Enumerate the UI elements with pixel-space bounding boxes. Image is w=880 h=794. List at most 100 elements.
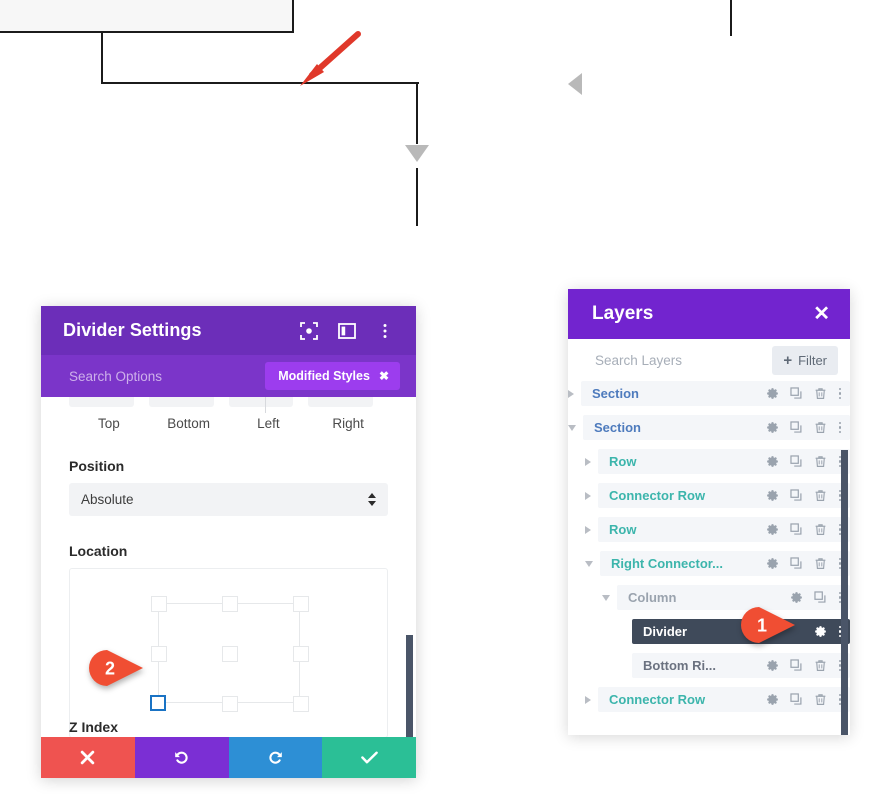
caret-down-icon[interactable]	[602, 594, 610, 601]
layers-list: Section Section Row Connector Row Row Right C…	[568, 381, 850, 735]
location-cell-center[interactable]	[221, 646, 238, 662]
location-cell-middle-right[interactable]	[292, 646, 309, 662]
layer-row-right-connector[interactable]: Right Connector...	[568, 551, 850, 576]
trash-icon[interactable]	[814, 693, 827, 706]
location-cell-middle-left[interactable]	[150, 646, 167, 662]
modal-scrollbar[interactable]	[406, 635, 413, 737]
duplicate-icon[interactable]	[790, 421, 803, 434]
gear-icon[interactable]	[814, 625, 827, 638]
modified-styles-badge[interactable]: Modified Styles ✖	[265, 362, 400, 390]
search-options-input[interactable]: Search Options	[69, 369, 265, 384]
layer-row-connector-row[interactable]: Connector Row	[568, 687, 850, 712]
panel-layout-icon[interactable]	[338, 322, 356, 340]
screenshot-root: Divider Settings Search Options Modified…	[0, 0, 880, 794]
layer-row-row[interactable]: Row	[568, 517, 850, 542]
label-right: Right	[332, 416, 364, 431]
modal-search-bar: Search Options Modified Styles ✖	[41, 355, 416, 397]
gear-icon[interactable]	[766, 557, 779, 570]
spacing-input-right[interactable]	[308, 397, 373, 407]
focus-target-icon[interactable]	[300, 321, 318, 340]
vertical-dots-icon[interactable]	[376, 322, 394, 340]
layer-row-content: Section	[583, 415, 850, 440]
spacing-input-top[interactable]	[69, 397, 134, 407]
caret-right-icon[interactable]	[585, 525, 591, 534]
caret-right-icon[interactable]	[568, 389, 574, 398]
layer-row-section[interactable]: Section	[568, 415, 850, 440]
location-cell-top-right[interactable]	[292, 596, 309, 612]
spacing-input-bottom[interactable]	[148, 397, 214, 407]
trash-icon[interactable]	[814, 523, 827, 536]
wireframe-box	[0, 0, 294, 33]
caret-right-icon[interactable]	[585, 695, 591, 704]
position-value: Absolute	[81, 492, 134, 507]
triangle-down-icon	[405, 145, 429, 162]
vertical-dots-icon[interactable]	[838, 421, 842, 434]
label-top: Top	[97, 416, 120, 431]
layer-label: Column	[628, 590, 677, 605]
layer-row-column[interactable]: Column	[568, 585, 850, 610]
caret-down-icon[interactable]	[568, 424, 576, 431]
position-select[interactable]: Absolute	[69, 483, 388, 516]
modal-header: Divider Settings	[41, 306, 416, 355]
location-cell-top-left[interactable]	[150, 596, 167, 612]
layer-row-actions	[766, 659, 842, 672]
gear-icon[interactable]	[766, 387, 779, 400]
gear-icon[interactable]	[766, 421, 779, 434]
gear-icon[interactable]	[790, 591, 803, 604]
duplicate-icon[interactable]	[790, 557, 803, 570]
caret-down-icon[interactable]	[585, 560, 593, 567]
layer-row-divider[interactable]: Divider	[568, 619, 850, 644]
trash-icon[interactable]	[814, 557, 827, 570]
filter-label: Filter	[798, 352, 827, 368]
undo-button[interactable]	[134, 737, 229, 778]
filter-button[interactable]: + Filter	[772, 345, 838, 375]
layer-row-row[interactable]: Row	[568, 449, 850, 474]
trash-icon[interactable]	[814, 489, 827, 502]
layer-row-section[interactable]: Section	[568, 381, 850, 406]
layer-row-bottom-ri[interactable]: Bottom Ri...	[568, 653, 850, 678]
layers-search-bar: Search Layers + Filter	[568, 339, 850, 381]
trash-icon[interactable]	[814, 455, 827, 468]
gear-icon[interactable]	[766, 659, 779, 672]
duplicate-icon[interactable]	[790, 659, 803, 672]
cancel-button[interactable]	[41, 737, 135, 778]
location-cell-bottom-center[interactable]	[221, 696, 238, 712]
layer-label: Right Connector...	[611, 556, 723, 571]
search-layers-input[interactable]: Search Layers	[595, 353, 772, 368]
location-cell-top-center[interactable]	[221, 596, 238, 612]
duplicate-icon[interactable]	[814, 591, 827, 604]
plus-icon: +	[783, 351, 793, 369]
gear-icon[interactable]	[766, 523, 779, 536]
spacing-input-left[interactable]	[228, 397, 294, 407]
redo-button[interactable]	[228, 737, 323, 778]
duplicate-icon[interactable]	[790, 489, 803, 502]
caret-right-icon[interactable]	[585, 491, 591, 500]
location-cell-bottom-left[interactable]	[149, 695, 166, 711]
red-pointer-arrow-icon	[300, 31, 361, 86]
position-label: Position	[69, 458, 125, 474]
layer-row-content: Row	[598, 517, 850, 542]
gear-icon[interactable]	[766, 693, 779, 706]
duplicate-icon[interactable]	[790, 387, 803, 400]
trash-icon[interactable]	[814, 421, 827, 434]
duplicate-icon[interactable]	[790, 455, 803, 468]
caret-right-icon[interactable]	[585, 457, 591, 466]
gear-icon[interactable]	[766, 455, 779, 468]
duplicate-icon[interactable]	[790, 693, 803, 706]
layer-row-content: Section	[581, 381, 850, 406]
trash-icon[interactable]	[814, 387, 827, 400]
vertical-dots-icon[interactable]	[838, 387, 842, 400]
close-icon[interactable]: ✕	[813, 304, 830, 324]
duplicate-icon[interactable]	[790, 523, 803, 536]
modified-styles-close-icon[interactable]: ✖	[379, 369, 389, 383]
layer-row-connector-row[interactable]: Connector Row	[568, 483, 850, 508]
layer-row-content: Column	[617, 585, 850, 610]
layer-label: Section	[592, 386, 639, 401]
layers-scrollbar[interactable]	[841, 450, 848, 735]
trash-icon[interactable]	[814, 659, 827, 672]
gear-icon[interactable]	[766, 489, 779, 502]
layer-label: Row	[609, 522, 637, 537]
layer-row-actions	[766, 387, 842, 400]
location-cell-bottom-right[interactable]	[292, 696, 309, 712]
save-button[interactable]	[322, 737, 416, 778]
